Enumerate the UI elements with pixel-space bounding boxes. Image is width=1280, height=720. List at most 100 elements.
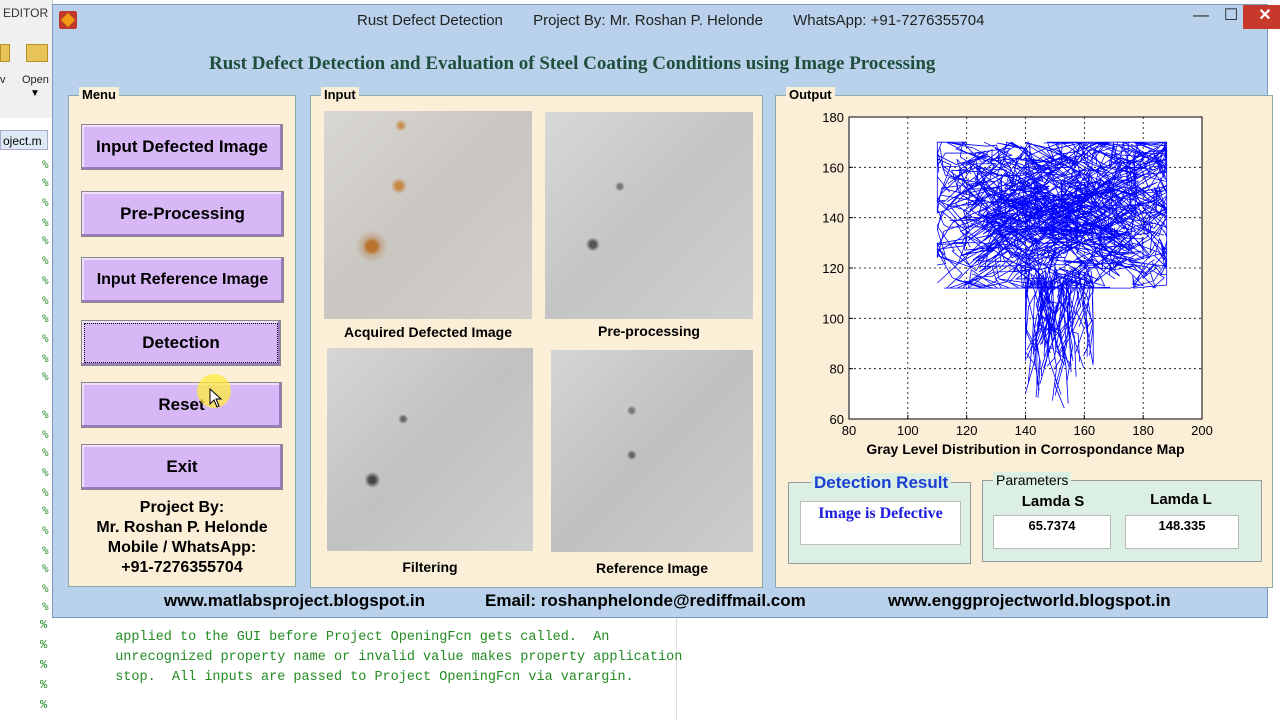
editor-toolbar: EDITOR v Open ▼ (0, 0, 53, 118)
output-panel: Output 80 100 120 140 160 180 200 60 80 100 120 140… (775, 87, 1273, 588)
maximize-button[interactable]: ☐ (1216, 5, 1246, 29)
comment-marker: % (40, 658, 48, 672)
filtering-image-caption: Filtering (402, 559, 458, 575)
footer-blog-link-2[interactable]: www.enggprojectworld.blogspot.in (888, 591, 1171, 611)
comment-marker: % (42, 486, 49, 499)
code-line: stop. All inputs are passed to Project O… (99, 670, 634, 685)
comment-marker: % (42, 196, 49, 209)
window-titlebar[interactable]: Rust Defect Detection Project By: Mr. Ro… (53, 5, 1280, 35)
filtering-image (327, 348, 533, 551)
comment-marker: % (42, 294, 49, 307)
code-line: unrecognized property name or invalid va… (99, 650, 683, 665)
figure-window: Rust Defect Detection Project By: Mr. Ro… (52, 4, 1280, 618)
comment-marker: % (42, 332, 49, 345)
detection-result-panel: Detection Result Image is Defective (788, 473, 971, 564)
acquired-defected-image (324, 111, 532, 319)
close-button[interactable]: ✕ (1243, 5, 1280, 29)
footer-blog-link[interactable]: www.matlabsproject.blogspot.in (164, 591, 425, 611)
pre-processing-image-caption: Pre-processing (598, 323, 700, 339)
x-tick-label: 100 (897, 423, 919, 438)
footer-email: Email: roshanphelonde@rediffmail.com (485, 591, 806, 610)
open-button-label[interactable]: Open (22, 74, 49, 86)
editor-tab-label[interactable]: EDITOR (3, 6, 48, 20)
comment-marker: % (42, 582, 49, 595)
exit-button[interactable]: Exit (81, 444, 283, 490)
comment-marker: % (40, 618, 48, 632)
mouse-pointer-icon (209, 388, 223, 408)
menu-panel-title: Menu (79, 87, 119, 102)
comment-marker: % (42, 312, 49, 325)
lamda-l-value: 148.335 (1125, 515, 1239, 549)
gray-level-chart: 80 100 120 140 160 180 2006080100120140160180G… (822, 110, 1213, 457)
comment-marker: % (42, 158, 49, 171)
lamda-s-value: 65.7374 (993, 515, 1111, 549)
window-title: Rust Defect Detection Project By: Mr. Ro… (357, 12, 1011, 29)
code-area[interactable]: % unrecognized property name or invalid … (0, 610, 1280, 720)
comment-marker: % (42, 446, 49, 459)
window-title-app: Rust Defect Detection (357, 12, 503, 29)
x-axis-label: Gray Level Distribution in Corrospondanc… (866, 441, 1184, 457)
parameters-panel: Parameters Lamda S 65.7374 Lamda L 148.3… (982, 472, 1262, 562)
y-tick-label: 80 (830, 362, 844, 377)
main-heading: Rust Defect Detection and Evaluation of … (209, 53, 936, 74)
input-reference-image-button[interactable]: Input Reference Image (81, 257, 284, 303)
y-tick-label: 60 (830, 412, 844, 427)
input-panel-title: Input (321, 87, 359, 102)
folder-icon[interactable] (0, 44, 10, 62)
input-defected-image-button[interactable]: Input Defected Image (81, 124, 283, 170)
lamda-l-label: Lamda L (1150, 491, 1212, 508)
y-tick-label: 120 (822, 261, 844, 276)
lamda-s-label: Lamda S (1021, 493, 1085, 510)
x-tick-label: 140 (1015, 423, 1037, 438)
input-panel: Input Acquired Defected Image Pre-proces… (310, 87, 763, 588)
pre-processing-image (545, 112, 753, 319)
code-line: applied to the GUI before Project Openin… (99, 630, 610, 645)
comment-marker: % (42, 176, 49, 189)
window-title-author: Project By: Mr. Roshan P. Helonde (533, 12, 763, 29)
x-tick-label: 120 (956, 423, 978, 438)
folder-icon[interactable] (26, 44, 48, 62)
detection-button[interactable]: Detection (81, 320, 281, 366)
detection-result-title: Detection Result (811, 473, 952, 493)
comment-marker: % (42, 408, 49, 421)
editor-v-label: v (0, 74, 6, 86)
y-tick-label: 140 (822, 211, 844, 226)
matlab-logo-icon (59, 11, 77, 29)
pre-processing-button[interactable]: Pre-Processing (81, 191, 284, 237)
comment-marker: % (42, 428, 49, 441)
comment-marker: % (42, 504, 49, 517)
menu-panel: Menu Input Defected Image Pre-Processing… (68, 87, 296, 587)
code-divider (676, 612, 677, 720)
x-tick-label: 200 (1191, 423, 1213, 438)
reference-image-caption: Reference Image (595, 560, 709, 576)
comment-marker: % (42, 562, 49, 575)
comment-marker: % (42, 234, 49, 247)
credit-line: Mobile / WhatsApp: (107, 539, 257, 556)
y-tick-label: 180 (822, 110, 844, 125)
detection-result-field: Image is Defective (800, 501, 961, 545)
credit-line: +91-7276355704 (121, 559, 243, 576)
figure-body: Rust Defect Detection and Evaluation of … (59, 35, 1273, 613)
acquired-defected-image-caption: Acquired Defected Image (343, 324, 513, 340)
comment-marker: % (42, 544, 49, 557)
window-title-contact: WhatsApp: +91-7276355704 (793, 12, 985, 29)
comment-marker: % (42, 524, 49, 537)
parameters-panel-title: Parameters (993, 472, 1072, 488)
x-tick-label: 160 (1073, 423, 1095, 438)
x-tick-label: 180 (1132, 423, 1154, 438)
reset-button[interactable]: Reset (81, 382, 282, 428)
comment-marker: % (40, 678, 48, 692)
editor-file-tab[interactable]: oject.m (0, 130, 48, 150)
comment-marker: % (42, 370, 49, 383)
credit-line: Project By: (139, 499, 225, 516)
chevron-down-icon[interactable]: ▼ (30, 88, 40, 99)
comment-marker: % (42, 274, 49, 287)
minimize-button[interactable]: — (1186, 5, 1216, 29)
comment-marker: % (42, 254, 49, 267)
y-tick-label: 100 (822, 311, 844, 326)
comment-marker: % (42, 216, 49, 229)
reference-image (551, 350, 753, 552)
comment-marker: % (42, 352, 49, 365)
y-tick-label: 160 (822, 160, 844, 175)
comment-marker: % (42, 466, 49, 479)
